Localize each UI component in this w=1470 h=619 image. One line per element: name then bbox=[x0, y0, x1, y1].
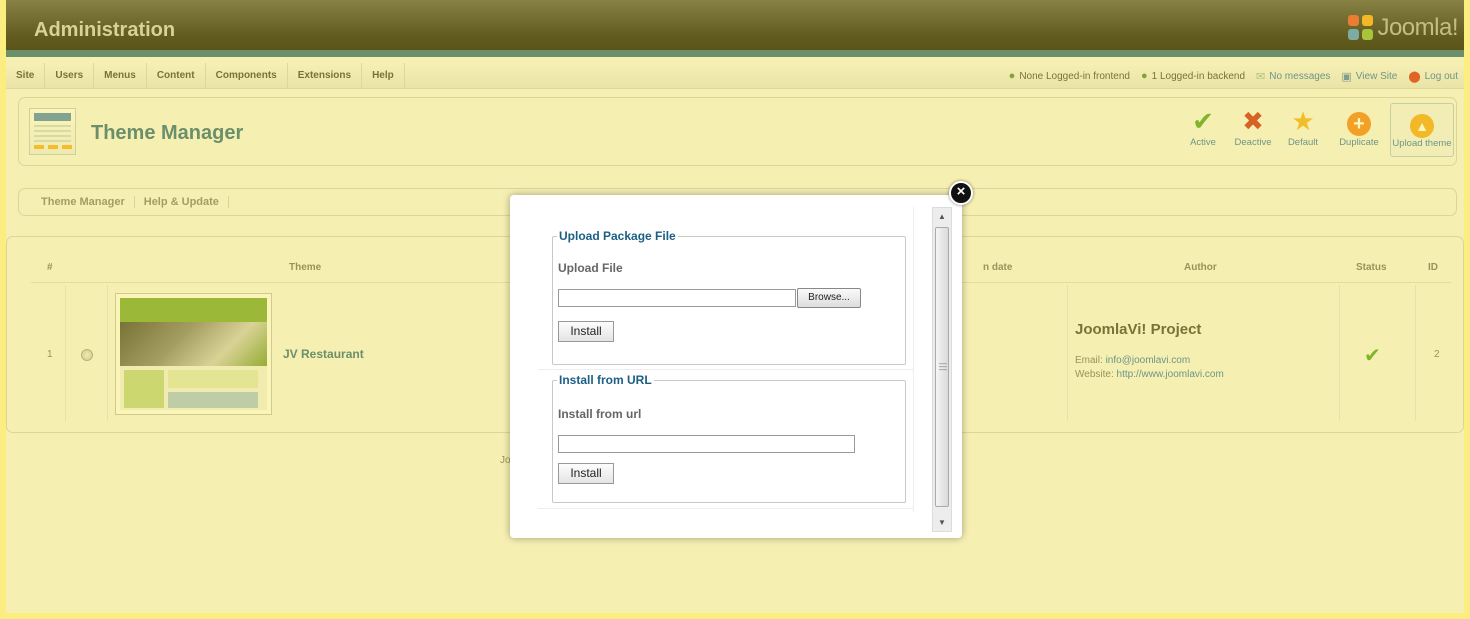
install-url-input[interactable] bbox=[558, 435, 855, 453]
scroll-up-icon[interactable]: ▲ bbox=[933, 208, 951, 225]
install-url-fieldset: Install from URL Install from url Instal… bbox=[552, 373, 906, 503]
upload-package-fieldset: Upload Package File Upload File Browse..… bbox=[552, 229, 906, 365]
install-url-button[interactable]: Install bbox=[558, 463, 614, 484]
scroll-grip-icon: — — — bbox=[939, 359, 947, 374]
close-icon[interactable]: × bbox=[949, 181, 973, 205]
install-url-label: Install from url bbox=[558, 407, 642, 421]
modal-content: Upload Package File Upload File Browse..… bbox=[538, 207, 914, 512]
upload-file-label: Upload File bbox=[558, 261, 623, 275]
upload-package-legend: Upload Package File bbox=[559, 229, 676, 243]
scroll-thumb[interactable]: — — — bbox=[935, 227, 949, 507]
browse-button[interactable]: Browse... bbox=[797, 288, 861, 308]
upload-file-input[interactable] bbox=[558, 289, 796, 307]
install-package-button[interactable]: Install bbox=[558, 321, 614, 342]
install-url-legend: Install from URL bbox=[559, 373, 652, 387]
modal-scrollbar[interactable]: ▲ — — — ▼ bbox=[932, 207, 952, 532]
upload-theme-modal: Upload Package File Upload File Browse..… bbox=[510, 195, 962, 538]
scroll-down-icon[interactable]: ▼ bbox=[933, 514, 951, 531]
